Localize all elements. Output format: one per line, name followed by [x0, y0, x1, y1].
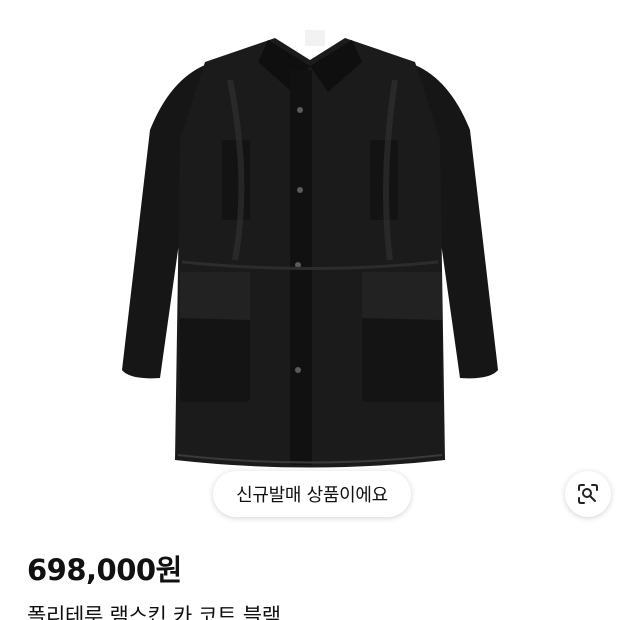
lens-search-icon [578, 484, 598, 504]
lens-search-button[interactable] [565, 471, 611, 517]
product-price: 698,000원 [27, 553, 182, 587]
new-release-badge: 신규발매 상품이에요 [213, 471, 411, 517]
product-title: 폴리테루 램스킨 카 코트 블랙 [27, 604, 281, 620]
product-image[interactable] [0, 0, 620, 530]
coat-illustration [122, 30, 498, 468]
new-release-badge-label: 신규발매 상품이에요 [236, 485, 388, 506]
